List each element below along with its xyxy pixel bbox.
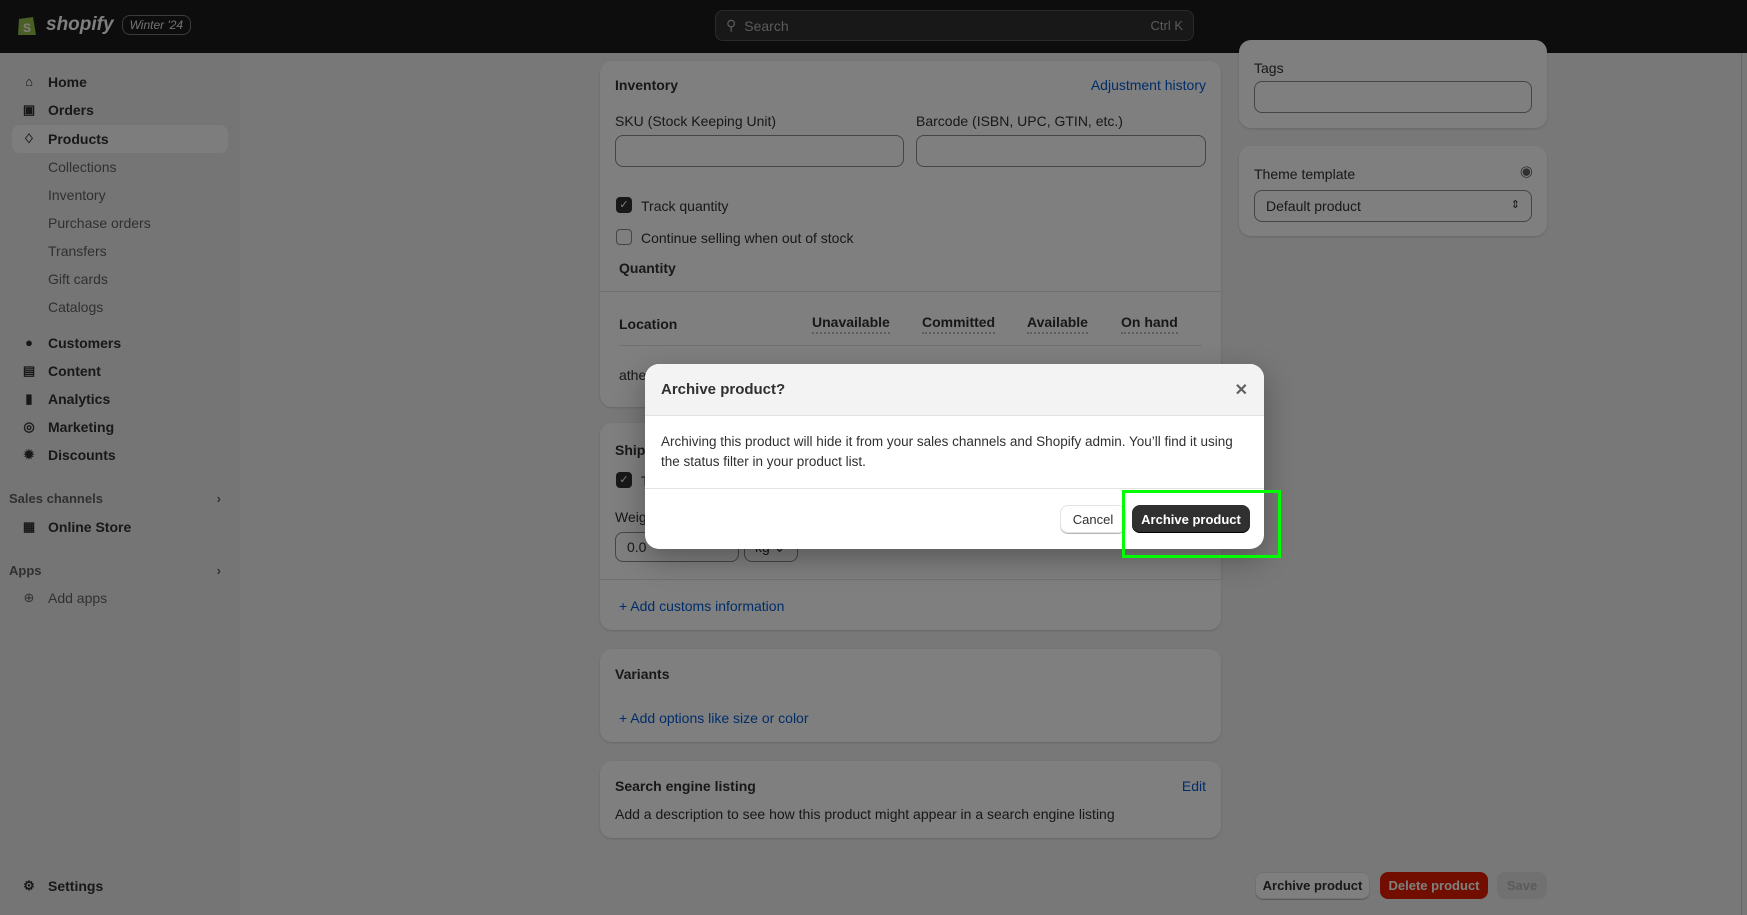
dialog-title: Archive product? <box>661 381 786 398</box>
dialog-body: Archiving this product will hide it from… <box>645 416 1264 489</box>
close-icon[interactable]: ✕ <box>1235 380 1248 400</box>
highlight-box <box>1122 490 1281 558</box>
cancel-button[interactable]: Cancel <box>1060 505 1126 533</box>
dialog-header: Archive product? ✕ <box>645 364 1264 416</box>
